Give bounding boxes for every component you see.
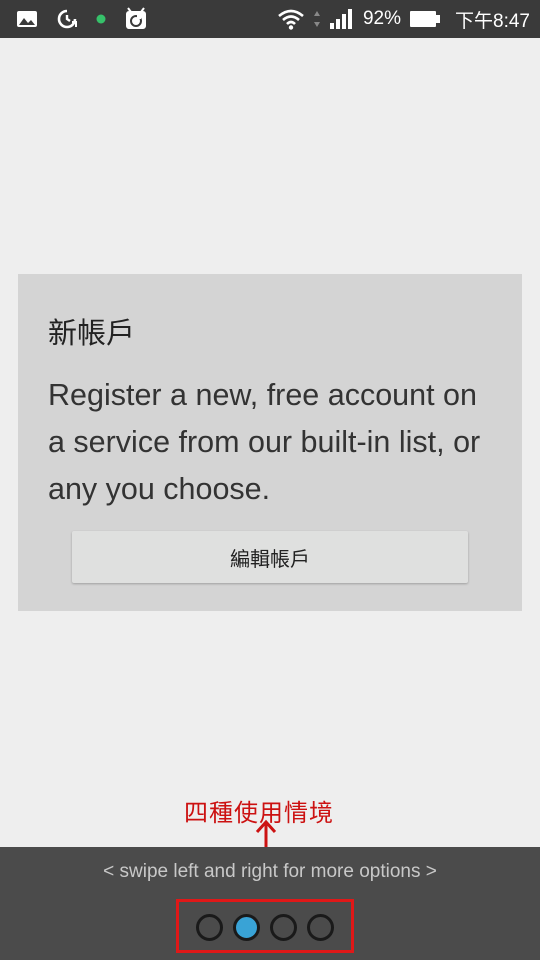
data-saver-icon bbox=[56, 8, 78, 30]
card-description: Register a new, free account on a servic… bbox=[48, 378, 481, 506]
edit-account-button[interactable]: 編輯帳戶 bbox=[72, 531, 468, 583]
battery-icon bbox=[409, 10, 441, 28]
data-arrows-icon bbox=[313, 9, 321, 29]
annotation-highlight-box bbox=[176, 899, 354, 953]
f-droid-icon bbox=[124, 7, 148, 31]
notification-dot-icon bbox=[96, 14, 106, 24]
signal-icon bbox=[329, 8, 355, 30]
card-title: 新帳戶 bbox=[48, 316, 136, 350]
battery-percentage: 92% bbox=[362, 8, 402, 29]
wifi-icon bbox=[277, 8, 305, 30]
clock: 下午8:47 bbox=[455, 10, 530, 32]
swipe-hint: < swipe left and right for more options … bbox=[103, 861, 437, 882]
image-icon bbox=[16, 10, 38, 28]
status-bar: 92% 下午8:47 bbox=[0, 0, 540, 38]
new-account-card: 新帳戶 Register a new, free account on a se… bbox=[18, 274, 522, 611]
